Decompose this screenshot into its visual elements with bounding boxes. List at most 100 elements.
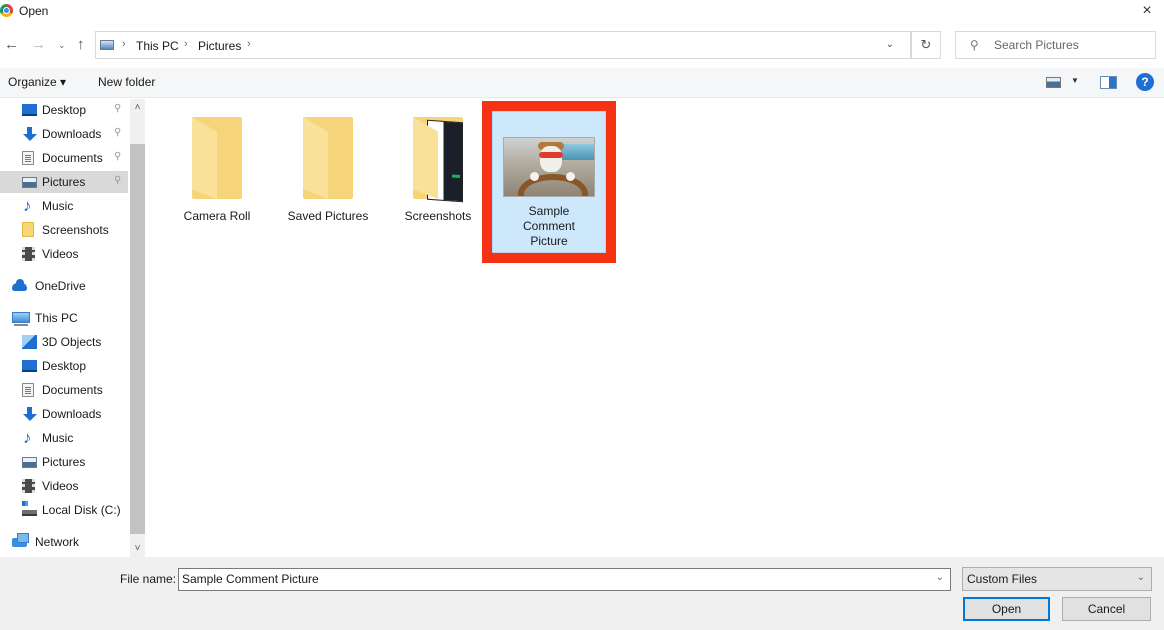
computer-icon	[12, 312, 30, 326]
sidebar-item-desktop[interactable]: Desktop ⚲	[0, 99, 128, 121]
sidebar-item-label: Videos	[42, 247, 79, 261]
sidebar-item-label: Local Disk (C:)	[42, 503, 121, 517]
search-box[interactable]: ⚲	[955, 31, 1156, 59]
folder-icon	[303, 117, 353, 199]
chrome-icon	[0, 4, 13, 17]
sidebar-item-label: Desktop	[42, 103, 87, 117]
file-type-select[interactable]: Custom Files ⌄	[962, 567, 1152, 591]
desktop-icon	[22, 104, 37, 116]
address-dropdown-button[interactable]: ⌄	[886, 39, 894, 50]
sidebar-item-label: Network	[35, 535, 80, 549]
breadcrumb-separator[interactable]: ›	[122, 38, 126, 50]
sidebar-item-label: 3D Objects	[42, 335, 102, 349]
sidebar-item-this-pc[interactable]: This PC	[0, 307, 128, 329]
file-item-camera-roll[interactable]: Camera Roll	[174, 111, 260, 247]
sidebar-item-local-disk[interactable]: Local Disk (C:)	[0, 499, 128, 521]
window-title: Open	[19, 4, 49, 18]
sidebar-item-pictures[interactable]: Pictures ⚲	[0, 171, 128, 193]
pin-icon: ⚲	[114, 175, 122, 186]
title-bar: Open ×	[0, 0, 1164, 24]
file-name-combobox[interactable]: ⌄	[178, 568, 951, 591]
sidebar-item-label: Downloads	[42, 407, 102, 421]
change-view-icon[interactable]	[1046, 77, 1061, 88]
organize-button[interactable]: Organize ▾	[8, 75, 66, 89]
breadcrumb-this-pc[interactable]: This PC	[136, 39, 179, 53]
videos-icon	[22, 479, 35, 493]
sidebar-item-label: Documents	[42, 151, 103, 165]
sidebar-item-label: Downloads	[42, 127, 102, 141]
sidebar-item-onedrive[interactable]: OneDrive	[0, 275, 128, 297]
file-name-line: Sample	[528, 204, 570, 218]
sidebar-item-music[interactable]: Music	[0, 427, 128, 449]
sidebar-item-label: Desktop	[42, 359, 87, 373]
file-name: Saved Pictures	[287, 209, 369, 223]
pictures-icon	[22, 457, 37, 468]
cancel-button[interactable]: Cancel	[1062, 597, 1151, 621]
sidebar-item-music[interactable]: Music	[0, 195, 128, 217]
address-bar[interactable]: › This PC › Pictures › ⌄	[95, 31, 911, 59]
file-item-sample-comment-picture[interactable]: Sample Comment Picture	[492, 111, 606, 253]
sidebar-scrollbar-thumb[interactable]	[130, 144, 145, 534]
search-input[interactable]	[994, 38, 1144, 52]
documents-icon	[22, 383, 34, 397]
3d-objects-icon	[22, 335, 37, 349]
sidebar-item-3d-objects[interactable]: 3D Objects	[0, 331, 128, 353]
new-folder-button[interactable]: New folder	[98, 75, 155, 89]
sidebar-item-downloads[interactable]: Downloads ⚲	[0, 123, 128, 145]
sidebar-item-label: Pictures	[42, 455, 86, 469]
view-options-caret[interactable]: ▼	[1071, 76, 1079, 85]
file-name-line: Comment	[522, 219, 575, 233]
navigation-pane: Desktop ⚲ Downloads ⚲ Documents ⚲ Pictur…	[0, 99, 146, 557]
file-dialog-footer: File name: ⌄ Custom Files ⌄ Open Cancel	[0, 557, 1164, 630]
up-button[interactable]: ↑	[77, 36, 85, 53]
file-name: Sample Comment Picture	[493, 204, 605, 249]
sidebar-item-screenshots[interactable]: Screenshots	[0, 219, 128, 241]
pin-icon: ⚲	[114, 127, 122, 138]
file-item-saved-pictures[interactable]: Saved Pictures	[285, 111, 371, 247]
sidebar-item-label: Screenshots	[42, 223, 109, 237]
recent-locations-button[interactable]: ⌄	[58, 40, 66, 51]
sidebar-item-label: This PC	[35, 311, 78, 325]
breadcrumb-separator[interactable]: ›	[184, 38, 188, 50]
sidebar-item-label: Music	[42, 431, 74, 445]
sidebar-item-documents[interactable]: Documents	[0, 379, 128, 401]
scroll-down-button[interactable]: ˅	[130, 541, 145, 557]
sidebar-item-videos[interactable]: Videos	[0, 243, 128, 265]
sidebar-item-network[interactable]: Network	[0, 531, 128, 553]
chevron-down-icon[interactable]: ⌄	[936, 572, 944, 583]
file-type-value: Custom Files	[967, 572, 1038, 586]
command-toolbar: Organize ▾ New folder ▼ ?	[0, 68, 1164, 98]
file-name-line: Picture	[530, 234, 568, 248]
back-button[interactable]: ←	[4, 36, 19, 53]
help-icon[interactable]: ?	[1136, 73, 1154, 91]
sidebar-item-label: Videos	[42, 479, 79, 493]
sidebar-item-videos[interactable]: Videos	[0, 475, 128, 497]
breadcrumb-pictures[interactable]: Pictures	[198, 39, 241, 53]
preview-pane-icon[interactable]	[1100, 76, 1117, 89]
chevron-down-icon: ⌄	[1136, 572, 1145, 583]
sidebar-item-label: Music	[42, 199, 74, 213]
refresh-button[interactable]: ↻	[911, 31, 941, 59]
open-button[interactable]: Open	[963, 597, 1050, 621]
scroll-up-button[interactable]: ˄	[130, 100, 145, 116]
file-name: Screenshots	[404, 209, 472, 223]
music-icon	[22, 428, 37, 448]
file-name-input[interactable]	[182, 572, 922, 586]
file-name: Camera Roll	[183, 209, 251, 223]
sidebar-item-desktop[interactable]: Desktop	[0, 355, 128, 377]
breadcrumb-separator[interactable]: ›	[247, 38, 251, 50]
sidebar-item-label: Documents	[42, 383, 103, 397]
forward-button[interactable]: →	[31, 36, 46, 53]
music-icon	[22, 196, 37, 216]
pin-icon: ⚲	[114, 151, 122, 162]
onedrive-icon	[12, 279, 27, 291]
file-name-label: File name:	[120, 572, 177, 586]
search-icon: ⚲	[970, 38, 979, 52]
close-button[interactable]: ×	[1136, 1, 1158, 21]
file-item-screenshots[interactable]: Screenshots	[395, 111, 481, 247]
sidebar-item-pictures[interactable]: Pictures	[0, 451, 128, 473]
sidebar-item-label: OneDrive	[35, 279, 86, 293]
folder-icon	[192, 117, 242, 199]
sidebar-item-downloads[interactable]: Downloads	[0, 403, 128, 425]
sidebar-item-documents[interactable]: Documents ⚲	[0, 147, 128, 169]
